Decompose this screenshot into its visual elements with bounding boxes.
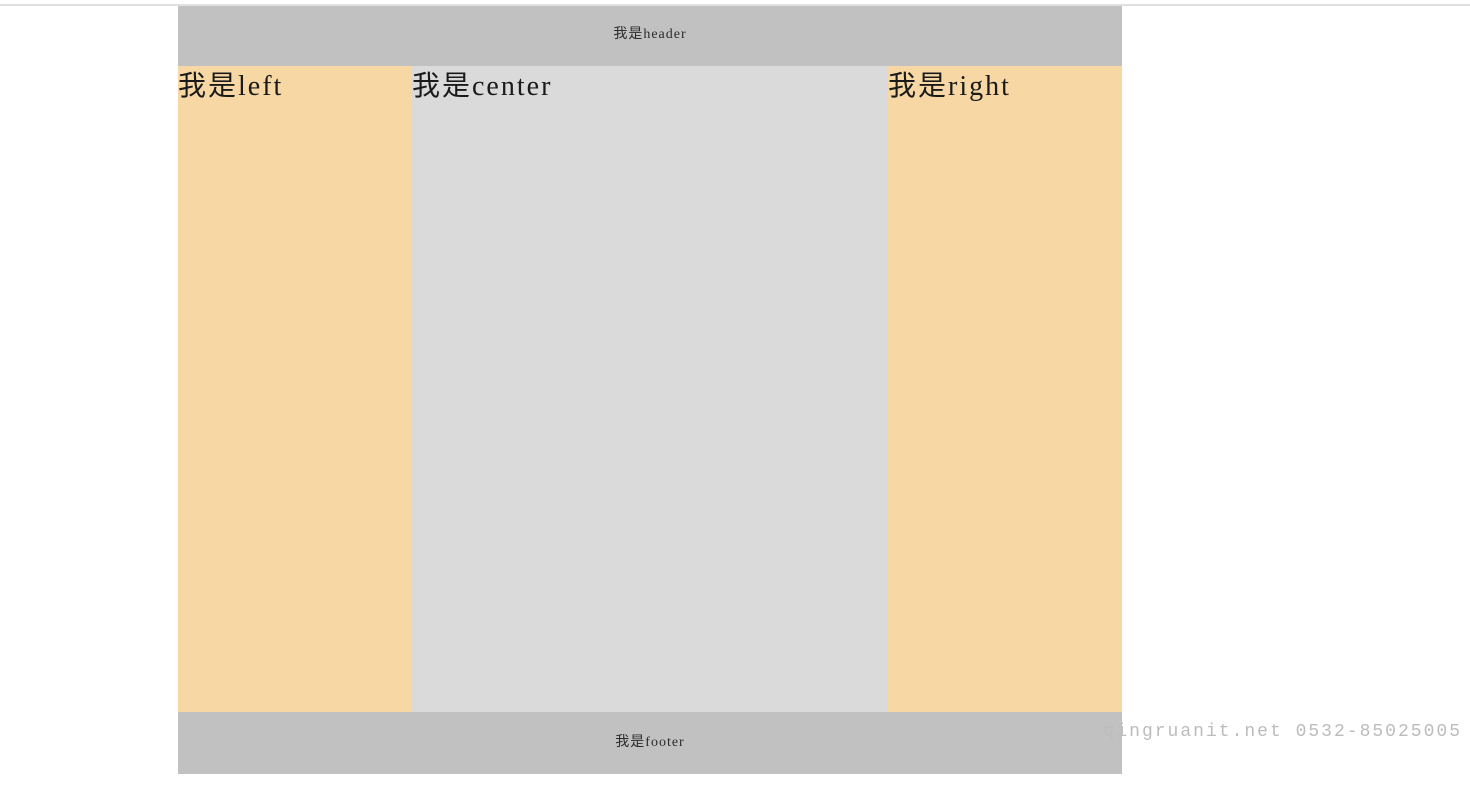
header-bar: 我是header [178, 4, 1122, 66]
left-text: 我是left [178, 71, 283, 102]
left-column: 我是left [178, 66, 412, 712]
footer-bar: 我是footer [178, 712, 1122, 774]
center-text: 我是center [412, 71, 552, 102]
right-text: 我是right [888, 71, 1011, 102]
middle-row: 我是left 我是center 我是right [178, 66, 1122, 712]
top-divider [0, 4, 1470, 6]
center-column: 我是center [412, 66, 888, 712]
header-text: 我是header [613, 27, 686, 42]
watermark-text: qingruanit.net 0532-85025005 [1104, 722, 1462, 742]
footer-text: 我是footer [615, 735, 684, 750]
right-column: 我是right [888, 66, 1122, 712]
layout-container: 我是header 我是left 我是center 我是right 我是foote… [178, 4, 1122, 774]
